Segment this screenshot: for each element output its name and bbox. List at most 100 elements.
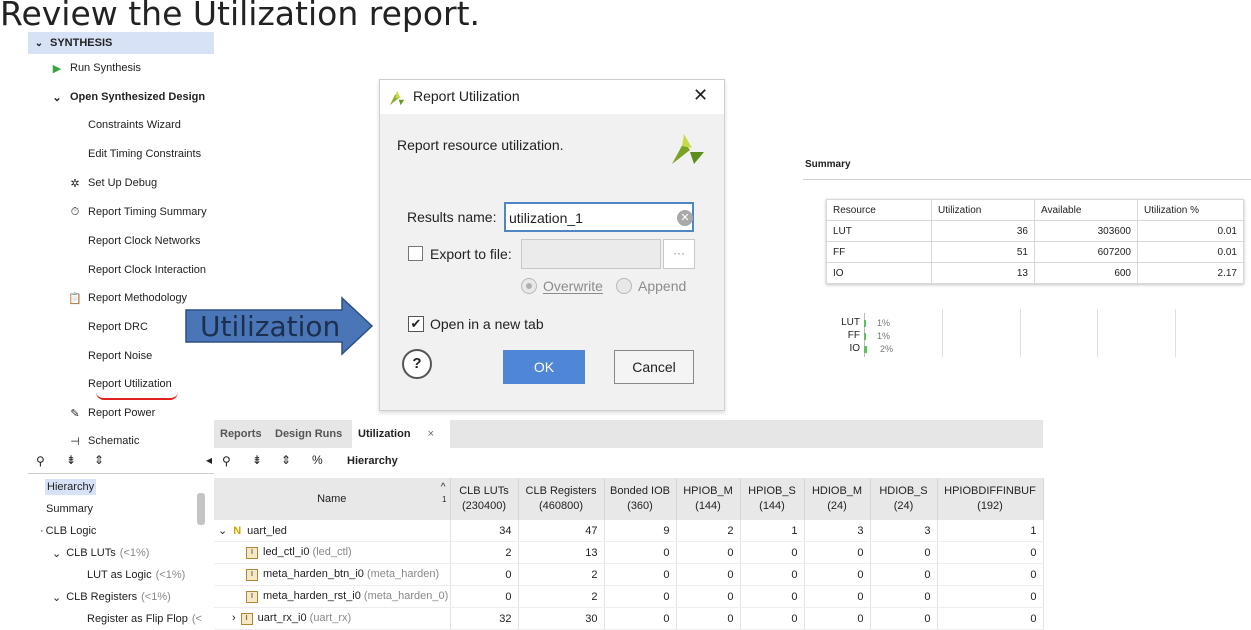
close-tab-icon[interactable]: × <box>428 428 434 440</box>
cell: 0 <box>740 585 805 608</box>
tree-item-clb-logic[interactable]: · CLB Logic <box>28 520 208 542</box>
chevron-left-icon[interactable]: ◂ <box>206 453 212 467</box>
cell: 2 <box>676 520 741 542</box>
cell: 0 <box>870 585 938 608</box>
synthesis-section-header[interactable]: ⌄ SYNTHESIS <box>28 32 214 54</box>
tab-design-runs[interactable]: Design Runs <box>269 420 348 448</box>
column-header[interactable]: CLB Registers (460800) <box>518 478 605 520</box>
expand-all-icon[interactable]: ⇕ <box>94 453 104 467</box>
report-drc-item[interactable]: Report DRC <box>88 318 148 336</box>
cell: 13 <box>931 262 1035 284</box>
cell: FF <box>826 241 932 263</box>
collapse-all-icon[interactable]: ⇟ <box>252 453 262 467</box>
chevron-down-icon: ⌄ <box>34 37 44 49</box>
cell: 0.01 <box>1137 220 1244 242</box>
cell: LUT <box>826 220 932 242</box>
cell: 600 <box>1034 262 1138 284</box>
scrollbar-thumb[interactable] <box>197 493 205 525</box>
report-timing-summary-item[interactable]: ⏱ Report Timing Summary <box>68 203 207 221</box>
clear-icon[interactable]: ✕ <box>677 210 693 226</box>
utilization-toolbar: ⚲ ⇟ ⇕ % Hierarchy <box>214 451 1043 473</box>
open-new-tab-checkbox[interactable]: ✔ <box>408 316 424 332</box>
report-utilization-item[interactable]: Report Utilization <box>88 375 172 393</box>
sort-order-number: 1 <box>442 495 447 504</box>
tree-item-clb-luts[interactable]: ⌄ CLB LUTs (<1%) <box>28 542 208 564</box>
report-noise-item[interactable]: Report Noise <box>88 347 152 365</box>
table-row[interactable]: Imeta_harden_rst_i0 (meta_harden_0) 0 2 … <box>214 585 1044 608</box>
column-header[interactable]: HDIOB_S (24) <box>870 478 938 520</box>
table-row[interactable]: Iled_ctl_i0 (led_ctl) 2 13 0 0 0 0 0 0 <box>214 541 1044 564</box>
expand-all-icon[interactable]: ⇕ <box>281 453 291 467</box>
column-header[interactable]: CLB LUTs (230400) <box>450 478 519 520</box>
cell: 0 <box>804 541 871 564</box>
percent-toggle-button[interactable]: % <box>312 453 323 467</box>
cell: 0 <box>870 541 938 564</box>
chevron-down-icon: ⌄ <box>52 591 62 604</box>
run-synthesis-item[interactable]: ▶ Run Synthesis <box>50 59 141 77</box>
summary-divider <box>803 179 1251 180</box>
help-button[interactable]: ? <box>402 349 432 379</box>
chevron-down-icon[interactable]: ⌄ <box>218 525 227 537</box>
table-row[interactable]: Imeta_harden_btn_i0 (meta_harden) 0 2 0 … <box>214 563 1044 586</box>
append-radio[interactable] <box>616 278 632 294</box>
browse-button[interactable]: ··· <box>663 239 695 269</box>
cell: 0 <box>604 585 677 608</box>
collapse-all-icon[interactable]: ⇟ <box>66 453 76 467</box>
export-to-file-checkbox[interactable] <box>408 246 423 261</box>
report-clock-interaction-item[interactable]: Report Clock Interaction <box>88 261 206 279</box>
column-header[interactable]: Bonded IOB (360) <box>604 478 677 520</box>
search-icon[interactable]: ⚲ <box>222 454 231 468</box>
tree-item-summary[interactable]: Summary <box>28 498 208 520</box>
set-up-debug-item[interactable]: ✲ Set Up Debug <box>68 174 157 192</box>
column-header[interactable]: HPIOB_S (144) <box>740 478 805 520</box>
summary-heading: Summary <box>805 159 851 170</box>
close-icon[interactable]: ✕ <box>693 85 708 106</box>
vivado-logo-icon <box>672 134 704 164</box>
constraints-wizard-item[interactable]: Constraints Wizard <box>88 116 181 134</box>
column-header[interactable]: HDIOB_M (24) <box>804 478 871 520</box>
ok-button[interactable]: OK <box>503 350 585 384</box>
bar-percent: 1% <box>877 318 891 328</box>
column-header: Available <box>1034 199 1138 221</box>
append-label: Append <box>638 278 687 294</box>
report-power-item[interactable]: ✎ Report Power <box>68 404 155 422</box>
cell: 2 <box>518 585 605 608</box>
cell: 0 <box>676 585 741 608</box>
open-synthesized-design-item[interactable]: ⌄ Open Synthesized Design <box>50 88 205 106</box>
tree-item-hierarchy[interactable]: Hierarchy <box>28 476 208 498</box>
cell: 0 <box>870 607 938 630</box>
bar-io <box>864 346 867 353</box>
column-header-name[interactable]: Name ^ 1 <box>214 478 451 520</box>
table-row[interactable]: › Iuart_rx_i0 (uart_rx) 32 30 0 0 0 0 0 0 <box>214 607 1044 630</box>
overwrite-radio[interactable] <box>521 278 537 294</box>
open-new-tab-label: Open in a new tab <box>430 316 544 332</box>
summary-header-row: Resource Utilization Available Utilizati… <box>826 199 1244 221</box>
results-name-input[interactable]: utilization_1 <box>504 202 694 232</box>
cell: 0 <box>937 541 1044 564</box>
tree-item-clb-registers[interactable]: ⌄ CLB Registers (<1%) <box>28 586 208 608</box>
cell: 0 <box>450 563 519 586</box>
schematic-item[interactable]: ⊣ Schematic <box>68 432 139 450</box>
cell: 30 <box>518 607 605 630</box>
export-file-path-input[interactable] <box>521 239 661 269</box>
tab-utilization[interactable]: Utilization × <box>352 420 450 448</box>
grid-line <box>1097 309 1098 357</box>
column-header[interactable]: HPIOB_M (144) <box>676 478 741 520</box>
tab-reports[interactable]: Reports <box>214 420 268 448</box>
dialog-title-bar: Report Utilization ✕ <box>380 80 724 114</box>
module-icon: I <box>246 568 258 581</box>
search-icon[interactable]: ⚲ <box>36 454 45 468</box>
chevron-right-icon[interactable]: › <box>232 612 236 624</box>
cell: 1 <box>740 520 805 542</box>
cell: 51 <box>931 241 1035 263</box>
clock-icon: ⏱ <box>70 205 80 218</box>
column-header[interactable]: HPIOBDIFFINBUF (192) <box>937 478 1044 520</box>
tree-item-lut-as-logic[interactable]: LUT as Logic (<1%) <box>28 564 208 586</box>
table-row[interactable]: ⌄ Nuart_led 34 47 9 2 1 3 3 1 <box>214 520 1044 542</box>
cancel-button[interactable]: Cancel <box>614 350 694 384</box>
tree-item-register-as-flip-flop[interactable]: Register as Flip Flop (< <box>28 608 208 630</box>
cell: 0 <box>740 563 805 586</box>
edit-timing-constraints-item[interactable]: Edit Timing Constraints <box>88 145 201 163</box>
report-methodology-item[interactable]: 📋 Report Methodology <box>68 289 187 307</box>
report-clock-networks-item[interactable]: Report Clock Networks <box>88 232 200 250</box>
